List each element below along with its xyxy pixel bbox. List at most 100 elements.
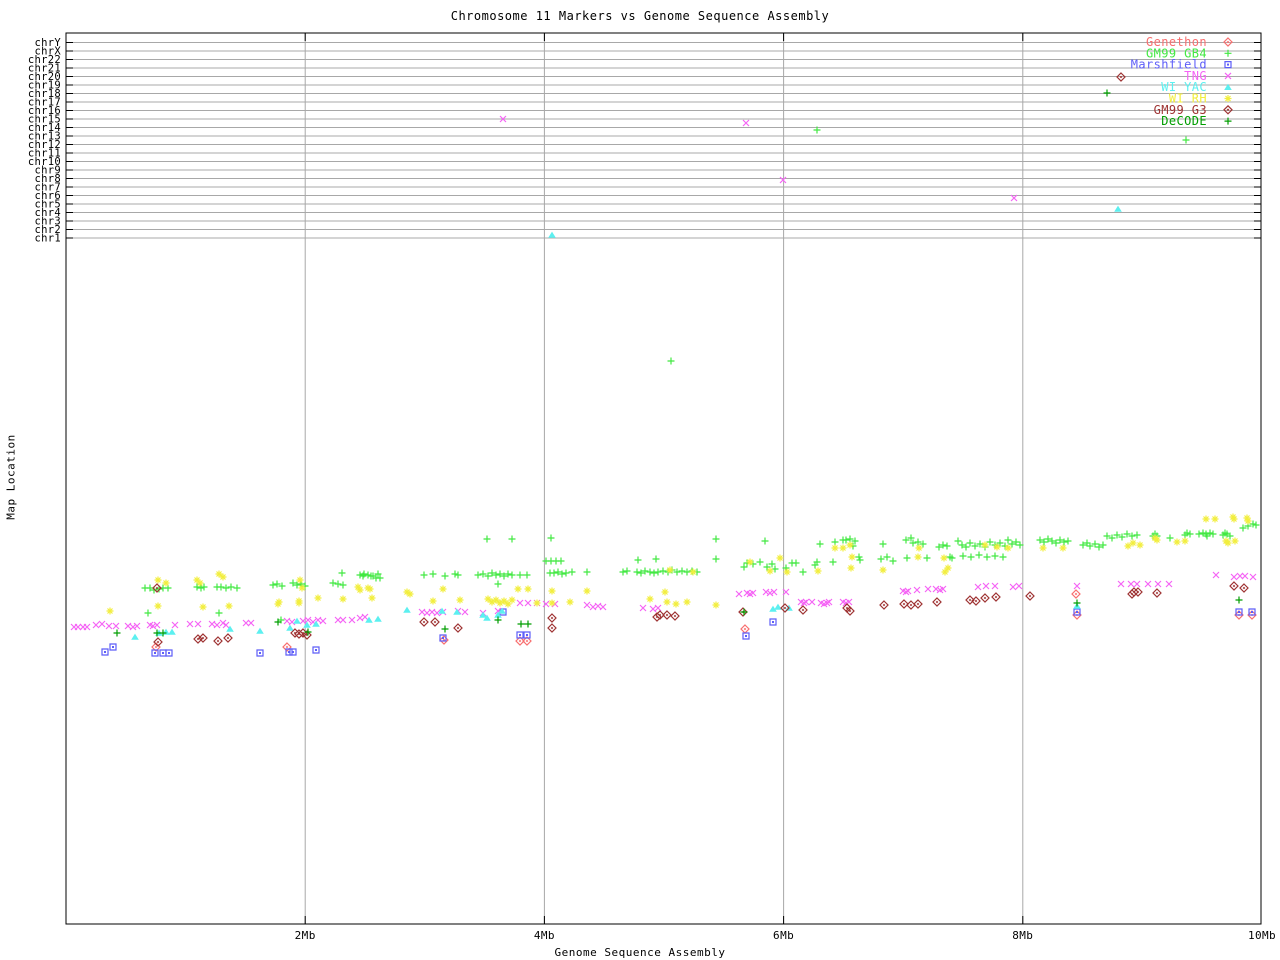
series-gm99-gb4-point-glyph xyxy=(508,571,516,579)
series-decode-point-glyph xyxy=(1235,596,1243,604)
series-tng-point xyxy=(112,622,120,630)
series-tng-point xyxy=(247,619,255,627)
series-tng-point xyxy=(1127,580,1135,588)
series-tng-point-glyph xyxy=(339,616,347,624)
series-gm99-gb4-point-glyph xyxy=(889,557,897,565)
series-wi-rh-point xyxy=(1202,515,1210,523)
series-wi-rh-point xyxy=(746,558,754,566)
series-gm99-gb4-point-glyph xyxy=(334,580,342,588)
series-wi-yac-point xyxy=(168,628,176,635)
series-gm99-gb4-point xyxy=(338,569,346,577)
series-wi-rh-point-glyph xyxy=(915,544,923,552)
series-wi-rh-point xyxy=(941,568,949,576)
series-gm99-gb4-point xyxy=(959,552,967,560)
series-gm99-gb4-point-glyph xyxy=(619,568,627,576)
series-gm99-gb4-point-glyph xyxy=(943,542,951,550)
series-wi-rh-point xyxy=(275,598,283,606)
series-gm99-g3-point-glyph xyxy=(1232,584,1236,588)
series-wi-rh-point-glyph xyxy=(314,594,322,602)
series-tng-point xyxy=(461,608,469,616)
series-wi-rh-point-glyph xyxy=(1181,537,1189,545)
series-gm99-gb4-point-glyph xyxy=(903,554,911,562)
series-marshfield-point-glyph xyxy=(442,637,444,639)
series-gm99-gb4-point xyxy=(550,569,558,577)
legend-marker-gm99-g3 xyxy=(1223,104,1233,115)
series-gm99-gb4-point-glyph xyxy=(583,568,591,576)
series-tng-point-glyph xyxy=(304,616,312,624)
series-wi-rh-point-glyph xyxy=(783,568,791,576)
series-genethon-point xyxy=(1071,589,1081,599)
series-gm99-gb4-point xyxy=(975,551,983,559)
series-wi-rh-point-glyph xyxy=(514,585,522,593)
series-wi-rh-point-glyph xyxy=(848,553,856,561)
series-gm99-gb4-point xyxy=(334,580,342,588)
series-wi-rh-point xyxy=(1129,539,1137,547)
series-gm99-gb4-point-glyph xyxy=(233,584,241,592)
series-wi-yac-point-glyph xyxy=(256,627,264,634)
series-wi-rh-point-glyph xyxy=(196,579,204,587)
series-wi-rh-point xyxy=(776,554,784,562)
series-genethon-point-glyph xyxy=(1074,592,1078,596)
series-wi-rh-point-glyph xyxy=(1059,544,1067,552)
series-wi-rh-point xyxy=(783,568,791,576)
series-gm99-g3-point-glyph xyxy=(909,603,913,607)
series-gm99-gb4-point-glyph xyxy=(923,554,931,562)
series-wi-rh-point-glyph xyxy=(356,586,364,594)
series-tng-point-glyph xyxy=(1165,580,1173,588)
series-gm99-gb4-point-glyph xyxy=(831,538,839,546)
series-gm99-gb4-point xyxy=(1195,530,1203,538)
series-marshfield-point-glyph xyxy=(1076,611,1078,613)
series-wi-rh-point-glyph xyxy=(275,598,283,606)
series-gm99-gb4-point xyxy=(1064,537,1072,545)
series-gm99-gb4-point-glyph xyxy=(954,537,962,545)
series-wi-rh-point-glyph xyxy=(1039,544,1047,552)
series-gm99-g3-point-glyph xyxy=(456,626,460,630)
series-tng-point xyxy=(1212,571,1220,579)
series-tng-point-glyph xyxy=(524,599,532,607)
series-gm99-g3-point xyxy=(1229,581,1239,591)
series-decode-point xyxy=(1235,596,1243,604)
series-tng-point-glyph xyxy=(98,620,106,628)
series-gm99-g3-point xyxy=(294,629,304,639)
series-wi-rh-point-glyph xyxy=(219,573,227,581)
series-genethon-point xyxy=(740,624,750,634)
series-gm99-g3-point-glyph xyxy=(156,640,160,644)
series-wi-rh-point-glyph xyxy=(941,568,949,576)
series-wi-yac-point xyxy=(293,617,301,624)
series-wi-rh-point xyxy=(847,564,855,572)
series-gm99-gb4-point-glyph xyxy=(816,540,824,548)
series-wi-yac-point xyxy=(403,606,411,613)
series-tng-point-glyph xyxy=(186,620,194,628)
series-wi-rh-point xyxy=(1153,536,1161,544)
series-wi-rh-point-glyph xyxy=(981,541,989,549)
series-tng-point xyxy=(742,119,750,127)
series-gm99-g3-point xyxy=(980,593,990,603)
series-wi-rh-point xyxy=(356,586,364,594)
series-wi-rh-point-glyph xyxy=(940,554,948,562)
series-gm99-gb4-point-glyph xyxy=(756,558,764,566)
series-gm99-gb4-point xyxy=(683,568,691,576)
series-gm99-gb4-point xyxy=(222,584,230,592)
series-gm99-gb4-point-glyph xyxy=(523,571,531,579)
series-tng-point xyxy=(808,598,816,606)
series-wi-rh-point-glyph xyxy=(846,541,854,549)
series-decode-point xyxy=(1073,599,1081,607)
series-wi-rh-point xyxy=(514,585,522,593)
series-tng-point xyxy=(348,616,356,624)
series-tng-point xyxy=(222,621,230,629)
series-gm99-g3-point xyxy=(879,600,889,610)
series-marshfield-point xyxy=(742,632,750,640)
series-marshfield-point xyxy=(289,648,297,656)
series-tng-point xyxy=(924,585,932,593)
series-tng-point-glyph xyxy=(825,598,833,606)
series-tng-point xyxy=(213,621,221,629)
plot-area: chrYchrXchr22chr21chr20chr19chr18chr17ch… xyxy=(28,32,1276,942)
series-tng-point xyxy=(186,620,194,628)
series-wi-rh-point-glyph xyxy=(296,576,304,584)
series-wi-yac-point-glyph xyxy=(168,628,176,635)
series-gm99-g3-point xyxy=(1152,588,1162,598)
series-tng-point xyxy=(194,620,202,628)
series-wi-rh-point-glyph xyxy=(566,598,574,606)
series-tng-point-glyph xyxy=(516,599,524,607)
series-marshfield-point xyxy=(285,648,293,656)
